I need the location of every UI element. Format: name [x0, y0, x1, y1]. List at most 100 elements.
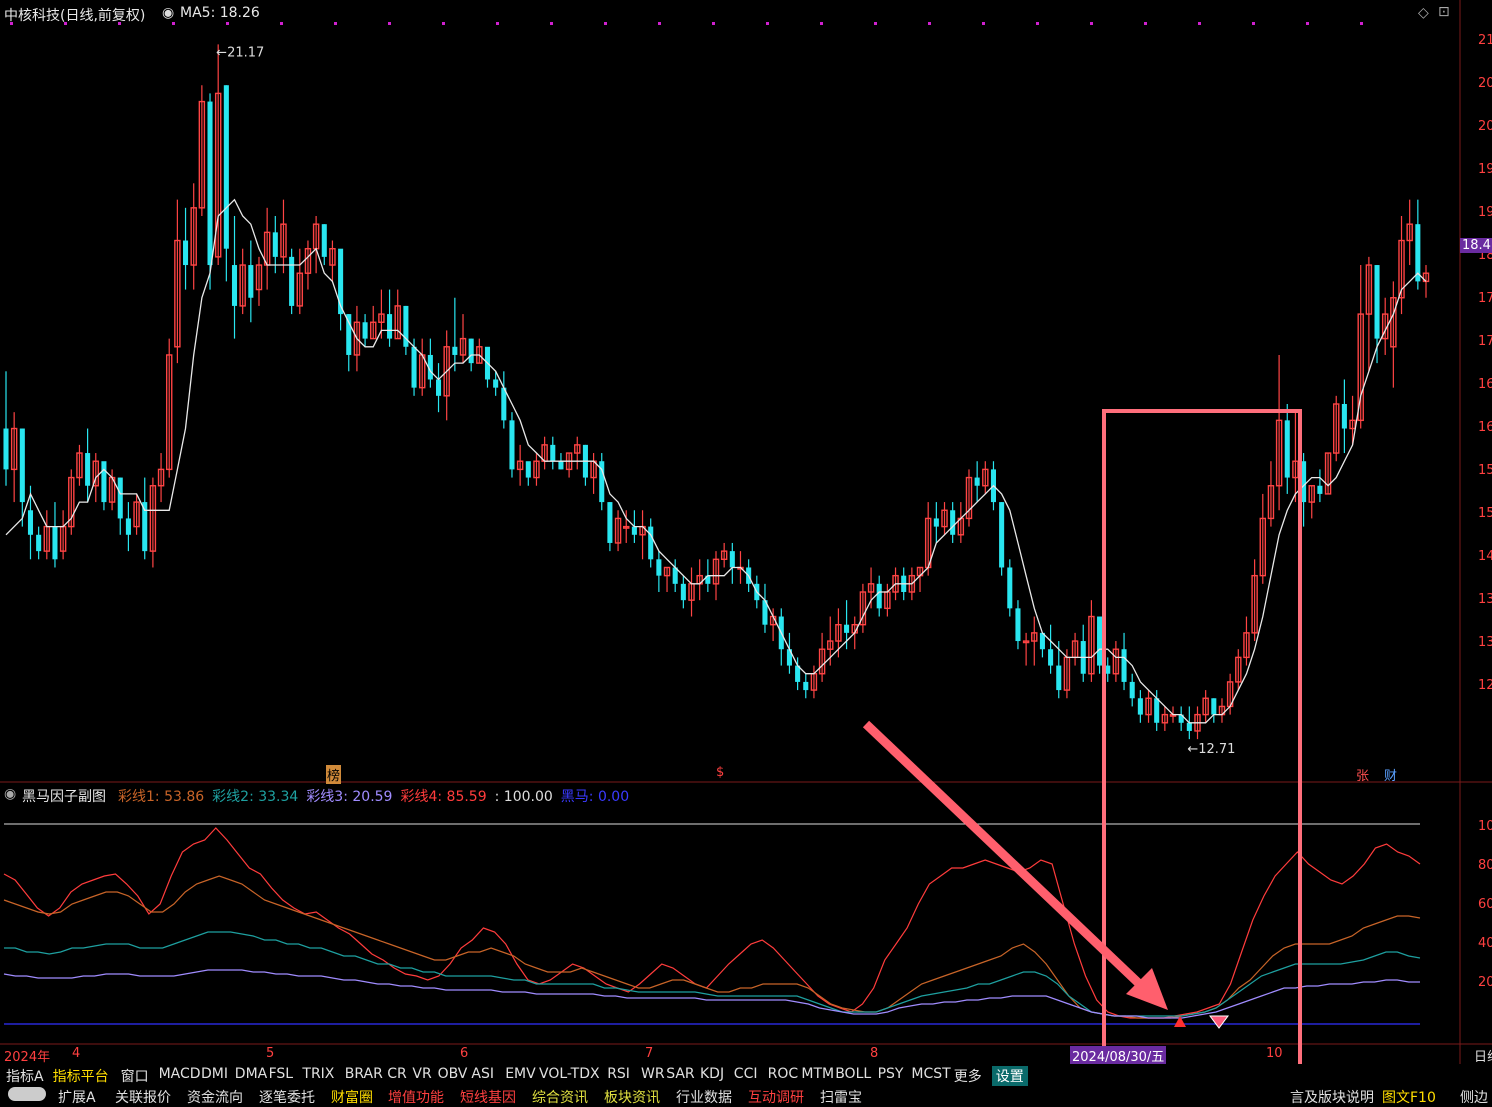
candle-body [272, 232, 278, 257]
bottom-item-3[interactable]: 逐笔委托 [259, 1087, 315, 1107]
price-axis-label: 20 [1478, 76, 1492, 91]
zhang-marker[interactable]: 张 [1356, 765, 1369, 784]
top-event-dot [1360, 22, 1363, 25]
price-axis-label: 16 [1478, 420, 1492, 435]
date-label: 10 [1266, 1046, 1283, 1061]
candle-body [1284, 420, 1290, 478]
candle-body [950, 510, 956, 535]
top-event-dot [658, 22, 661, 25]
tab-12[interactable]: ASI [471, 1066, 494, 1082]
candle-body [435, 379, 442, 396]
top-event-dot [1252, 22, 1255, 25]
tab-3[interactable]: MACD [159, 1066, 201, 1082]
bottom-item-7[interactable]: 综合资讯 [532, 1087, 588, 1107]
date-label: 7 [645, 1046, 654, 1061]
tab-14[interactable]: VOL-TDX [539, 1066, 600, 1082]
bottom-right-item-2[interactable]: 侧边 [1460, 1087, 1488, 1107]
dollar-marker[interactable]: $ [716, 765, 724, 780]
candle-body [1211, 698, 1217, 715]
high-price-label: ←21.17 [216, 45, 264, 60]
tab-15[interactable]: RSI [607, 1066, 630, 1082]
bottom-item-6[interactable]: 短线基因 [460, 1087, 516, 1107]
candle-body [248, 265, 254, 298]
tab-24[interactable]: MCST [911, 1066, 950, 1082]
tab-16[interactable]: WR [641, 1066, 665, 1082]
indicator-tab-bar: 指标A 指标平台 窗口 MACD DMI DMA FSL TRIX BRAR CR VR OBV ASI… [0, 1064, 1492, 1086]
candle-body [1129, 681, 1135, 699]
tab-20[interactable]: ROC [768, 1066, 799, 1082]
tab-0[interactable]: 指标A [6, 1066, 44, 1086]
indicator-name[interactable]: 黑马因子副图 [22, 786, 106, 806]
tab-11[interactable]: OBV [438, 1066, 468, 1082]
bottom-item-8[interactable]: 板块资讯 [604, 1087, 660, 1107]
candle-body [1056, 665, 1062, 691]
candle-body [1341, 404, 1347, 429]
top-event-dot [874, 22, 877, 25]
tab-21[interactable]: MTM [801, 1066, 834, 1082]
candle-body [85, 453, 91, 486]
candle-body [468, 338, 474, 364]
tab-5[interactable]: DMA [235, 1066, 267, 1082]
ma-settings-icon[interactable]: ◉ [162, 5, 174, 21]
bottom-item-10[interactable]: 互动调研 [748, 1087, 804, 1107]
candle-body [974, 477, 980, 486]
tab-19[interactable]: CCI [734, 1066, 758, 1082]
tab-8[interactable]: BRAR [345, 1066, 383, 1082]
tab-9[interactable]: CR [387, 1066, 407, 1082]
candle-body [101, 461, 107, 503]
price-axis-label: 12 [1478, 678, 1492, 693]
tab-13[interactable]: EMV [505, 1066, 536, 1082]
candle-body [452, 346, 458, 355]
tab-17[interactable]: SAR [666, 1066, 694, 1082]
top-event-dot [388, 22, 391, 25]
tab-26[interactable]: 设置 [991, 1066, 1028, 1086]
tab-4[interactable]: DMI [201, 1066, 228, 1082]
tab-22[interactable]: BOLL [835, 1066, 871, 1082]
bottom-right-item-1[interactable]: 图文F10 [1382, 1087, 1436, 1107]
cai-marker[interactable]: 财 [1384, 765, 1397, 784]
diamond-icon[interactable]: ◇ [1418, 5, 1429, 21]
bottom-item-1[interactable]: 关联报价 [115, 1087, 171, 1107]
tab-10[interactable]: VR [412, 1066, 431, 1082]
candle-body [876, 583, 882, 609]
window-restore-icon[interactable]: ⊡ [1438, 4, 1450, 20]
candle-body [125, 518, 131, 535]
bottom-item-2[interactable]: 资金流向 [187, 1087, 243, 1107]
series-line [3, 875, 1421, 1019]
date-label: 4 [72, 1046, 81, 1061]
bottom-item-9[interactable]: 行业数据 [676, 1087, 732, 1107]
candle-body [3, 428, 9, 470]
top-event-dot [280, 22, 283, 25]
bottom-item-5[interactable]: 增值功能 [388, 1087, 444, 1107]
collapse-icon[interactable]: ◉ [4, 786, 16, 802]
bottom-item-4[interactable]: 财富圈 [331, 1087, 373, 1107]
tab-7[interactable]: TRIX [302, 1066, 334, 1082]
tab-18[interactable]: KDJ [700, 1066, 724, 1082]
price-axis-label: 17 [1478, 334, 1492, 349]
indicator-value-item: 彩线1: 53.86 [118, 789, 205, 805]
candle-body [183, 240, 189, 266]
tab-6[interactable]: FSL [269, 1066, 294, 1082]
date-label: 6 [460, 1046, 469, 1061]
indicator-value-item: 黑马: 0.00 [560, 789, 630, 805]
toggle-switch[interactable] [8, 1087, 46, 1101]
price-axis-label: 16 [1478, 377, 1492, 392]
candle-body [803, 681, 809, 691]
tab-23[interactable]: PSY [878, 1066, 904, 1082]
tab-25[interactable]: 更多 [954, 1066, 982, 1086]
sub-axis-label: 20 [1478, 975, 1492, 990]
tab-1[interactable]: 指标平台 [53, 1066, 109, 1086]
tab-2[interactable]: 窗口 [121, 1066, 149, 1086]
bottom-right-item-0[interactable]: 言及版块说明 [1290, 1087, 1374, 1107]
candle-body [1374, 265, 1380, 339]
sub-axis-label: 80 [1478, 858, 1492, 873]
candle-body [1007, 567, 1013, 609]
bottom-item-11[interactable]: 扫雷宝 [820, 1087, 862, 1107]
top-event-dot [766, 22, 769, 25]
bottom-item-0[interactable]: 扩展A [58, 1087, 96, 1107]
candle-body [52, 526, 58, 560]
candle-body [1154, 698, 1160, 723]
candle-body [1317, 485, 1323, 494]
date-label: 2024年 [4, 1050, 51, 1065]
bang-marker[interactable]: 榜 [326, 765, 342, 784]
